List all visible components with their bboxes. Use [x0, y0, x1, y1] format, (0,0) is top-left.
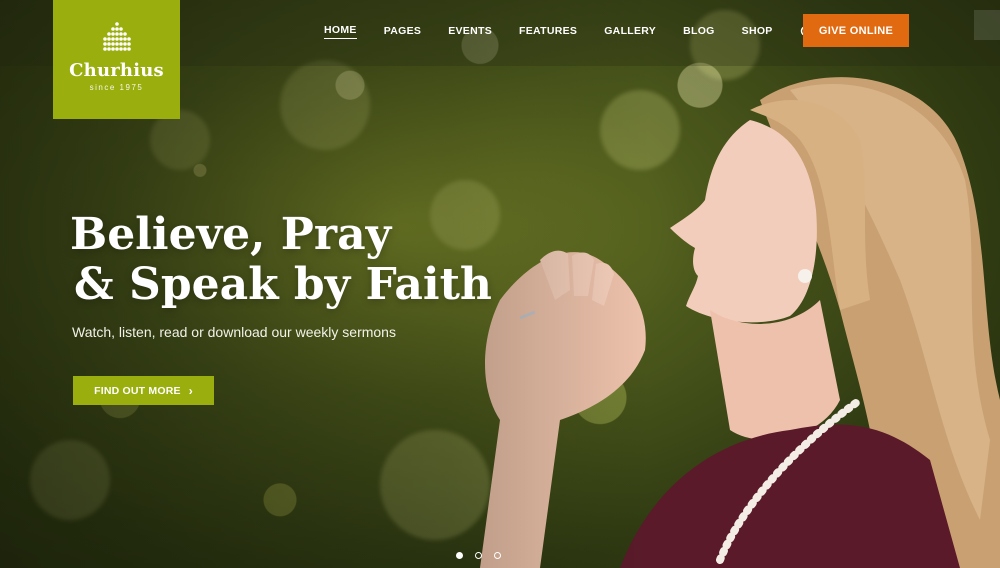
nav-item-gallery[interactable]: GALLERY — [604, 25, 656, 39]
slider-dot-1[interactable] — [456, 552, 463, 559]
main-nav: HOME PAGES EVENTS FEATURES GALLERY BLOG … — [324, 24, 864, 39]
hero-title-line1: Believe, Pray — [70, 209, 392, 260]
hero-slider: Churhius since 1975 HOME PAGES EVENTS FE… — [0, 0, 1000, 568]
nav-item-events[interactable]: EVENTS — [448, 25, 492, 39]
nav-item-shop[interactable]: SHOP — [742, 25, 773, 39]
nav-item-blog[interactable]: BLOG — [683, 25, 715, 39]
brand-since: since 1975 — [89, 83, 144, 92]
site-logo[interactable]: Churhius since 1975 — [53, 0, 180, 119]
church-dots-icon — [102, 22, 131, 51]
hero-subtitle: Watch, listen, read or download our week… — [72, 324, 396, 340]
nav-item-pages[interactable]: PAGES — [384, 25, 421, 39]
corner-menu-toggle[interactable] — [974, 10, 1000, 40]
slider-pagination — [456, 552, 513, 559]
give-online-button[interactable]: GIVE ONLINE — [803, 14, 909, 47]
hero-title: Believe, Pray & Speak by Faith — [70, 210, 492, 310]
hero-title-line2: & Speak by Faith — [74, 259, 492, 310]
nav-item-features[interactable]: FEATURES — [519, 25, 577, 39]
nav-item-home[interactable]: HOME — [324, 24, 357, 39]
brand-name: Churhius — [69, 60, 164, 81]
find-out-more-button[interactable]: FIND OUT MORE › — [73, 376, 214, 405]
cta-label: FIND OUT MORE — [94, 384, 181, 397]
slider-dot-3[interactable] — [494, 552, 501, 559]
slider-dot-2[interactable] — [475, 552, 482, 559]
chevron-right-icon: › — [188, 383, 193, 398]
